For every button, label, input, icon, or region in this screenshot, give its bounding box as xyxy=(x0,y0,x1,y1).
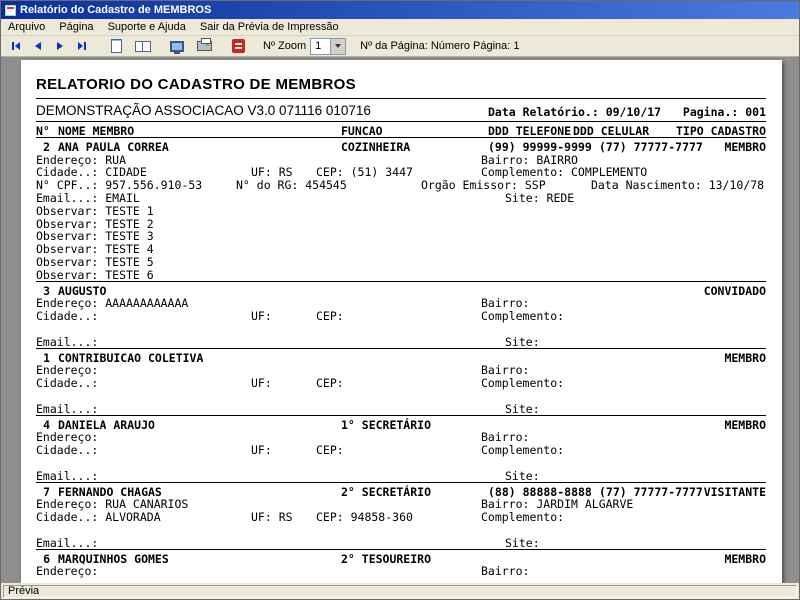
toolbar: Nº Zoom 1 Nº da Página: Número Página: 1 xyxy=(1,36,799,57)
window-title: Relatório do Cadastro de MEMBROS xyxy=(20,4,212,16)
col-num: N° xyxy=(36,124,50,138)
record-detail-line: Endereço: Bairro: xyxy=(21,564,782,579)
observar-line: Observar: TESTE 2 xyxy=(36,216,154,231)
record-header-line: 4 DANIELA ARAUJO 1° SECRETÁRIO MEMBRO xyxy=(21,418,782,432)
single-page-icon xyxy=(110,39,122,53)
report-subtitle: DEMONSTRAÇÃO ASSOCIACAO V3.0 071116 0107… xyxy=(36,103,371,118)
col-telefone: DDD TELEFONE xyxy=(488,124,572,138)
record-detail-line: Endereço: RUA CANARIOS Bairro: JARDIM AL… xyxy=(21,497,782,511)
record-detail-line: Email...: Site: xyxy=(21,401,782,416)
report-subheader: DEMONSTRAÇÃO ASSOCIACAO V3.0 071116 0107… xyxy=(21,101,782,121)
record: 6 MARQUINHOS GOMES 2° TESOUREIRO MEMBRO … xyxy=(21,552,782,579)
next-page-icon xyxy=(57,42,63,50)
zoom-label: Nº Zoom xyxy=(263,40,307,52)
record-site: Site: xyxy=(505,334,540,349)
print-button[interactable] xyxy=(193,37,215,56)
record-detail-line: Email...: Site: xyxy=(21,334,782,349)
col-funcao: FUNCAO xyxy=(341,124,383,138)
observar-line: Observar: TESTE 6 xyxy=(36,267,154,282)
record-email: Email...: xyxy=(36,401,99,416)
export-pdf-button[interactable] xyxy=(227,37,249,56)
status-text: Prévia xyxy=(3,584,797,598)
record-site: Site: xyxy=(505,535,540,550)
last-page-icon xyxy=(78,42,86,50)
screen-view-button[interactable] xyxy=(166,37,188,56)
first-page-icon xyxy=(12,42,20,50)
record-header-line: 6 MARQUINHOS GOMES 2° TESOUREIRO MEMBRO xyxy=(21,552,782,566)
record-detail-line: Email...: Site: xyxy=(21,468,782,483)
record: 2 ANA PAULA CORREA COZINHEIRA (99) 99999… xyxy=(21,140,782,284)
record-detail-line: Cidade..: UF: CEP: Complemento: xyxy=(21,443,782,457)
menu-arquivo[interactable]: Arquivo xyxy=(1,20,52,34)
record-bairro: Bairro: xyxy=(481,564,530,579)
report-title: RELATORIO DO CADASTRO DE MEMBROS xyxy=(36,76,356,93)
two-page-view-button[interactable] xyxy=(132,37,154,56)
app-window: { "window": { "title": "Relatório do Cad… xyxy=(0,0,800,600)
menu-sair-previa[interactable]: Sair da Prévia de Impressão xyxy=(193,20,346,34)
record-detail-line: Endereço: Bairro: xyxy=(21,363,782,377)
monitor-icon xyxy=(170,40,184,54)
observar-line: Observar: TESTE 5 xyxy=(36,254,154,269)
menu-suporte-ajuda[interactable]: Suporte e Ajuda xyxy=(101,20,193,34)
last-page-button[interactable] xyxy=(71,37,93,56)
observar-line: Observar: TESTE 4 xyxy=(36,242,154,257)
menu-bar: Arquivo Página Suporte e Ajuda Sair da P… xyxy=(1,19,799,36)
record-email: Email...: xyxy=(36,468,99,483)
preview-work-area: RELATORIO DO CADASTRO DE MEMBROS DEMONST… xyxy=(1,57,799,585)
chevron-down-icon[interactable] xyxy=(330,38,346,54)
observar-line: Observar: TESTE 1 xyxy=(36,203,154,218)
previous-page-button[interactable] xyxy=(27,37,49,56)
record-site: Site: xyxy=(505,468,540,483)
zoom-select[interactable]: 1 xyxy=(310,37,347,55)
report-date: Data Relatório.: 09/10/17 xyxy=(488,105,662,119)
record-detail-line: N° CPF..: 957.556.910-53 N° do RG: 45454… xyxy=(21,178,782,192)
record-site: Site: xyxy=(505,401,540,416)
title-bar[interactable]: Relatório do Cadastro de MEMBROS xyxy=(1,1,799,19)
record-detail-line: Email...: Site: xyxy=(21,535,782,550)
record-email: Email...: xyxy=(36,334,99,349)
record-header-line: 3 AUGUSTO CONVIDADO xyxy=(21,284,782,298)
record-header-line: 1 CONTRIBUICAO COLETIVA MEMBRO xyxy=(21,351,782,365)
col-celular: DDD CELULAR xyxy=(573,124,650,138)
col-nome: NOME MEMBRO xyxy=(58,124,135,138)
first-page-button[interactable] xyxy=(5,37,27,56)
record-email: Email...: xyxy=(36,535,99,550)
record-detail-line: Endereço: AAAAAAAAAAAA Bairro: xyxy=(21,296,782,310)
zoom-value: 1 xyxy=(315,39,322,52)
report-page-number: Pagina.: 001 xyxy=(682,105,766,119)
column-header-row: N° NOME MEMBRO FUNCAO DDD TELEFONE DDD C… xyxy=(21,124,782,138)
col-tipo: TIPO CADASTRO xyxy=(675,124,766,138)
record-endereco: Endereço: xyxy=(36,564,99,579)
previous-page-icon xyxy=(35,42,41,50)
record-detail-line: Email...: EMAIL Site: REDE xyxy=(21,191,782,205)
menu-pagina[interactable]: Página xyxy=(52,20,100,34)
two-page-icon xyxy=(135,40,151,52)
printer-icon xyxy=(196,38,212,51)
record: 4 DANIELA ARAUJO 1° SECRETÁRIO MEMBRO En… xyxy=(21,418,782,485)
record-detail-line: Cidade..: ALVORADA UF: RS CEP: 94858-360… xyxy=(21,510,782,524)
record-detail-line: Cidade..: UF: CEP: Complemento: xyxy=(21,376,782,390)
app-icon xyxy=(5,4,16,16)
record: 1 CONTRIBUICAO COLETIVA MEMBRO Endereço:… xyxy=(21,351,782,418)
record: 7 FERNANDO CHAGAS 2° SECRETÁRIO (88) 888… xyxy=(21,485,782,552)
record-detail-line: Endereço: Bairro: xyxy=(21,430,782,444)
report-page: RELATORIO DO CADASTRO DE MEMBROS DEMONST… xyxy=(21,60,782,585)
pdf-icon xyxy=(231,39,245,53)
record: 3 AUGUSTO CONVIDADO Endereço: AAAAAAAAAA… xyxy=(21,284,782,351)
observar-line: Observar: TESTE 3 xyxy=(36,229,154,244)
next-page-button[interactable] xyxy=(49,37,71,56)
status-bar: Prévia xyxy=(1,583,799,599)
record-header-line: 2 ANA PAULA CORREA COZINHEIRA (99) 99999… xyxy=(21,140,782,154)
record-header-line: 7 FERNANDO CHAGAS 2° SECRETÁRIO (88) 888… xyxy=(21,485,782,499)
single-page-view-button[interactable] xyxy=(105,37,127,56)
record-detail-line: Cidade..: UF: CEP: Complemento: xyxy=(21,309,782,323)
record-detail-line: Cidade..: CIDADE UF: RS CEP: (51) 3447 C… xyxy=(21,165,782,179)
page-info-label: Nº da Página: Número Página: 1 xyxy=(360,40,520,52)
record-detail-line: Endereço: RUA Bairro: BAIRRO xyxy=(21,153,782,167)
